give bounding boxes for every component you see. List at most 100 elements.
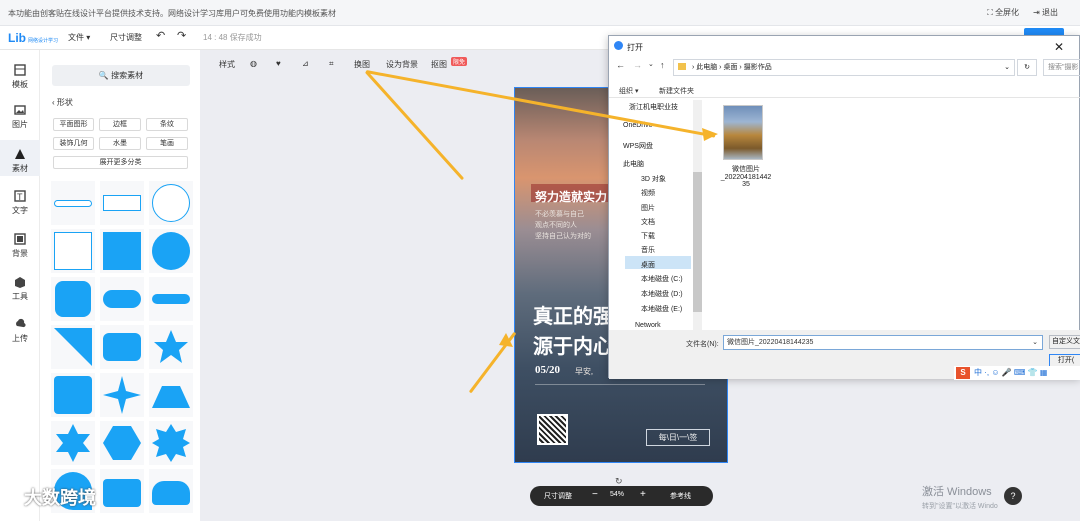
flip-icon[interactable]: ⊿ (302, 59, 309, 68)
poster-big-line2[interactable]: 源于内心 (533, 330, 613, 359)
tree-item[interactable]: 下载 (641, 231, 655, 241)
tree-item[interactable]: 图片 (641, 203, 655, 213)
crop-icon[interactable]: ⌗ (329, 59, 334, 69)
shape-cell[interactable] (51, 181, 95, 225)
forward-arrow-icon[interactable]: → (633, 60, 642, 70)
rail-text[interactable]: T 文字 (0, 190, 40, 216)
tree-item[interactable]: WPS网盘 (623, 141, 653, 151)
shape-cell[interactable] (51, 229, 95, 273)
chip-stripe[interactable]: 条纹 (146, 118, 188, 131)
tree-item[interactable]: 3D 对象 (641, 174, 666, 184)
shape-cell[interactable] (100, 277, 144, 321)
tree-item[interactable]: 音乐 (641, 245, 655, 255)
fullscreen-button[interactable]: ⛶ 全屏化 (987, 7, 1019, 18)
resize-button[interactable]: 尺寸调整 (110, 32, 142, 43)
chip-brush[interactable]: 笔画 (146, 137, 188, 150)
shape-cell[interactable] (100, 373, 144, 417)
rail-background[interactable]: 背景 (0, 233, 40, 259)
poster-line1[interactable]: 不必羡慕与自己 (535, 209, 584, 219)
back-to-shapes[interactable]: ‹ 形状 (52, 97, 73, 108)
set-background-button[interactable]: 设为背景 (386, 59, 418, 70)
breadcrumb-desktop[interactable]: 桌面 (723, 64, 737, 71)
shape-cell[interactable] (149, 421, 193, 465)
recent-dropdown-icon[interactable]: ⌄ (648, 60, 654, 68)
poster-qr-code[interactable] (537, 414, 568, 445)
up-arrow-icon[interactable]: ↑ (660, 60, 665, 70)
matting-button[interactable]: 抠图 (431, 59, 447, 70)
cutout-icon[interactable]: ◍ (250, 59, 257, 68)
undo-icon[interactable]: ↶ (156, 29, 165, 42)
shape-cell[interactable] (51, 277, 95, 321)
chip-deco-geometry[interactable]: 装饰几何 (53, 137, 94, 150)
shape-cell[interactable] (51, 421, 95, 465)
shape-cell[interactable] (51, 373, 95, 417)
shape-cell[interactable] (100, 469, 144, 513)
shape-cell[interactable] (149, 325, 193, 369)
poster-big-line1[interactable]: 真正的强 (533, 300, 613, 329)
chip-flat-shape[interactable]: 平面图形 (53, 118, 94, 131)
shape-cell[interactable] (149, 469, 193, 513)
refresh-icon[interactable]: ↻ (1017, 59, 1037, 76)
new-folder-button[interactable]: 新建文件夹 (659, 86, 694, 96)
file-thumbnail[interactable] (723, 105, 763, 160)
shape-cell[interactable] (149, 181, 193, 225)
tree-item[interactable]: 桌面 (641, 260, 655, 270)
guides-button[interactable]: 参考线 (670, 491, 691, 501)
poster-daily-stamp[interactable]: 每\日\一\签 (646, 429, 710, 446)
search-material-button[interactable]: 🔍 搜索素材 (52, 65, 190, 86)
organize-menu[interactable]: 组织 ▾ (619, 86, 638, 96)
exit-button[interactable]: ⇥ 退出 (1033, 7, 1058, 18)
shape-cell[interactable] (51, 325, 95, 369)
breadcrumb-this-pc[interactable]: 此电脑 (696, 64, 717, 71)
shape-cell[interactable] (100, 181, 144, 225)
address-bar[interactable]: › 此电脑 › 桌面 › 摄影作品 ⌄ (673, 59, 1015, 76)
replace-image-button[interactable]: 换图 (354, 59, 370, 70)
redo-icon[interactable]: ↷ (177, 29, 186, 42)
ime-lang-icon[interactable]: 中 ·, ☺ 🎤 ⌨ 👕 ▦ (974, 367, 1047, 378)
shape-cell[interactable] (100, 421, 144, 465)
poster-headline[interactable]: 努力造就实力 (535, 188, 607, 205)
sogou-icon[interactable]: S (956, 367, 970, 379)
tree-item[interactable]: 浙江机电职业技 (629, 102, 678, 112)
chip-border[interactable]: 边框 (99, 118, 141, 131)
search-folder-input[interactable]: 搜索"摄影 (1043, 59, 1080, 76)
breadcrumb-photo-works[interactable]: 摄影作品 (744, 64, 772, 71)
rail-image[interactable]: 图片 (0, 104, 40, 130)
file-type-filter[interactable]: 自定义文 (1049, 335, 1080, 349)
style-button[interactable]: 样式 (219, 59, 235, 70)
tree-item[interactable]: 视频 (641, 188, 655, 198)
tree-item[interactable]: 文档 (641, 217, 655, 227)
tree-item[interactable]: Network (635, 322, 661, 329)
shape-cell[interactable] (149, 277, 193, 321)
ime-toolbar[interactable]: S 中 ·, ☺ 🎤 ⌨ 👕 ▦ (954, 366, 1080, 380)
tree-item[interactable]: 此电脑 (623, 159, 644, 169)
tree-item[interactable]: 本地磁盘 (E:) (641, 304, 682, 314)
poster-greeting[interactable]: 早安, (575, 366, 593, 377)
resize-adjust-button[interactable]: 尺寸调整 (544, 491, 572, 501)
poster-line2[interactable]: 观点不同的人 (535, 220, 577, 230)
poster-line3[interactable]: 坚持自己认为对的 (535, 231, 591, 241)
file-menu[interactable]: 文件 ▾ (68, 32, 90, 43)
help-icon[interactable]: ? (1004, 487, 1022, 505)
tree-item[interactable]: 本地磁盘 (C:) (641, 274, 683, 284)
shape-cell[interactable] (100, 229, 144, 273)
file-name-label[interactable]: 微信图片 _202204181442 35 (708, 164, 784, 188)
tree-item[interactable]: 本地磁盘 (D:) (641, 289, 683, 299)
rail-material[interactable]: 素材 (0, 148, 40, 174)
shape-cell[interactable] (149, 373, 193, 417)
poster-date[interactable]: 05/20 (535, 364, 560, 376)
zoom-in-button[interactable]: + (640, 489, 646, 500)
filename-input[interactable]: 微信图片_20220418144235 ⌄ (723, 335, 1043, 350)
expand-categories[interactable]: 展开更多分类 (53, 156, 188, 169)
rail-template[interactable]: 模板 (0, 64, 40, 90)
back-arrow-icon[interactable]: ← (616, 60, 625, 70)
shape-cell[interactable] (149, 229, 193, 273)
rail-upload[interactable]: 上传 (0, 318, 40, 344)
rail-tool[interactable]: 工具 (0, 276, 40, 302)
shape-cell[interactable] (100, 325, 144, 369)
close-icon[interactable]: ✕ (1039, 36, 1079, 58)
heart-icon[interactable]: ♥ (276, 59, 281, 68)
zoom-out-button[interactable]: − (592, 489, 598, 500)
chip-ink[interactable]: 水墨 (99, 137, 141, 150)
address-dropdown-icon[interactable]: ⌄ (1004, 60, 1010, 75)
